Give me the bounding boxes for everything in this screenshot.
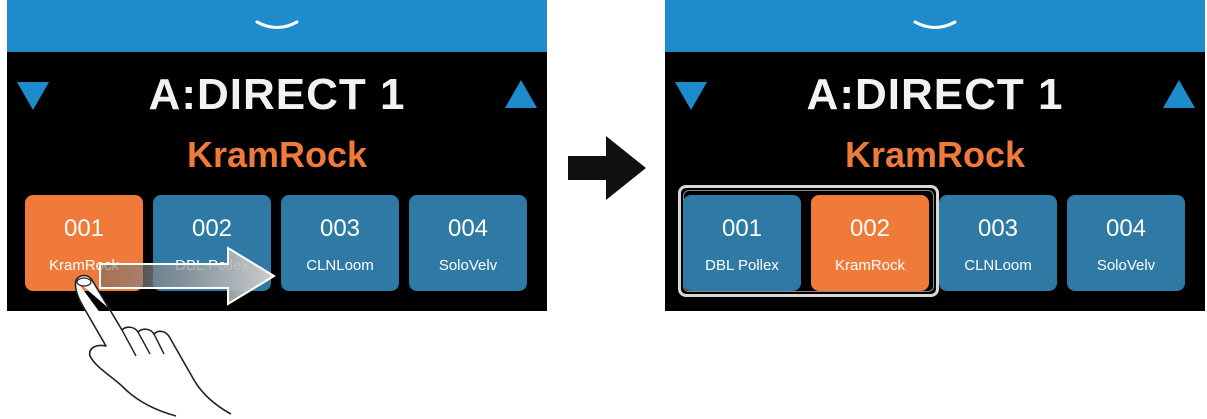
- slot-number: 001: [63, 215, 105, 242]
- slot-name: CLNLoom: [306, 257, 374, 274]
- slot-number: 003: [977, 215, 1019, 242]
- patch-slot-4[interactable]: 004 SoloVelv: [409, 195, 527, 291]
- chevron-down-icon: [255, 20, 299, 29]
- patch-slot-3[interactable]: 003 CLNLoom: [939, 195, 1057, 291]
- swipe-hand-icon: [74, 274, 232, 417]
- slot-name: CLNLoom: [964, 257, 1032, 274]
- slot-number: 001: [721, 215, 763, 242]
- slot-name: SoloVelv: [438, 257, 498, 274]
- patch-slot-4[interactable]: 004 SoloVelv: [1067, 195, 1185, 291]
- slot-number: 004: [1105, 215, 1147, 242]
- patch-slot-2[interactable]: 002 KramRock: [811, 195, 929, 291]
- patch-slot-3[interactable]: 003 CLNLoom: [281, 195, 399, 291]
- slot-name: SoloVelv: [1096, 257, 1156, 274]
- top-bar[interactable]: [665, 0, 1205, 52]
- bank-name: A:DIRECT 1: [806, 70, 1064, 119]
- patch-slots: 001 DBL Pollex 002 KramRock 003 CLNLoom …: [665, 195, 1205, 291]
- chevron-down-icon: [913, 20, 957, 29]
- slot-number: 003: [319, 215, 361, 242]
- patch-name: KramRock: [186, 134, 368, 175]
- slot-number: 004: [447, 215, 489, 242]
- slot-name: DBL Pollex: [705, 257, 779, 274]
- patch-name: KramRock: [844, 134, 1026, 175]
- bank-name: A:DIRECT 1: [148, 70, 406, 119]
- slot-number: 002: [191, 215, 233, 242]
- slot-number: 002: [849, 215, 891, 242]
- screen-after: A:DIRECT 1 KramRock 001 DBL Pollex 002 K…: [665, 0, 1205, 311]
- arrow-right-icon: [568, 136, 646, 200]
- top-bar[interactable]: [7, 0, 547, 52]
- slot-name: KramRock: [834, 257, 905, 274]
- patch-slot-1[interactable]: 001 DBL Pollex: [683, 195, 801, 291]
